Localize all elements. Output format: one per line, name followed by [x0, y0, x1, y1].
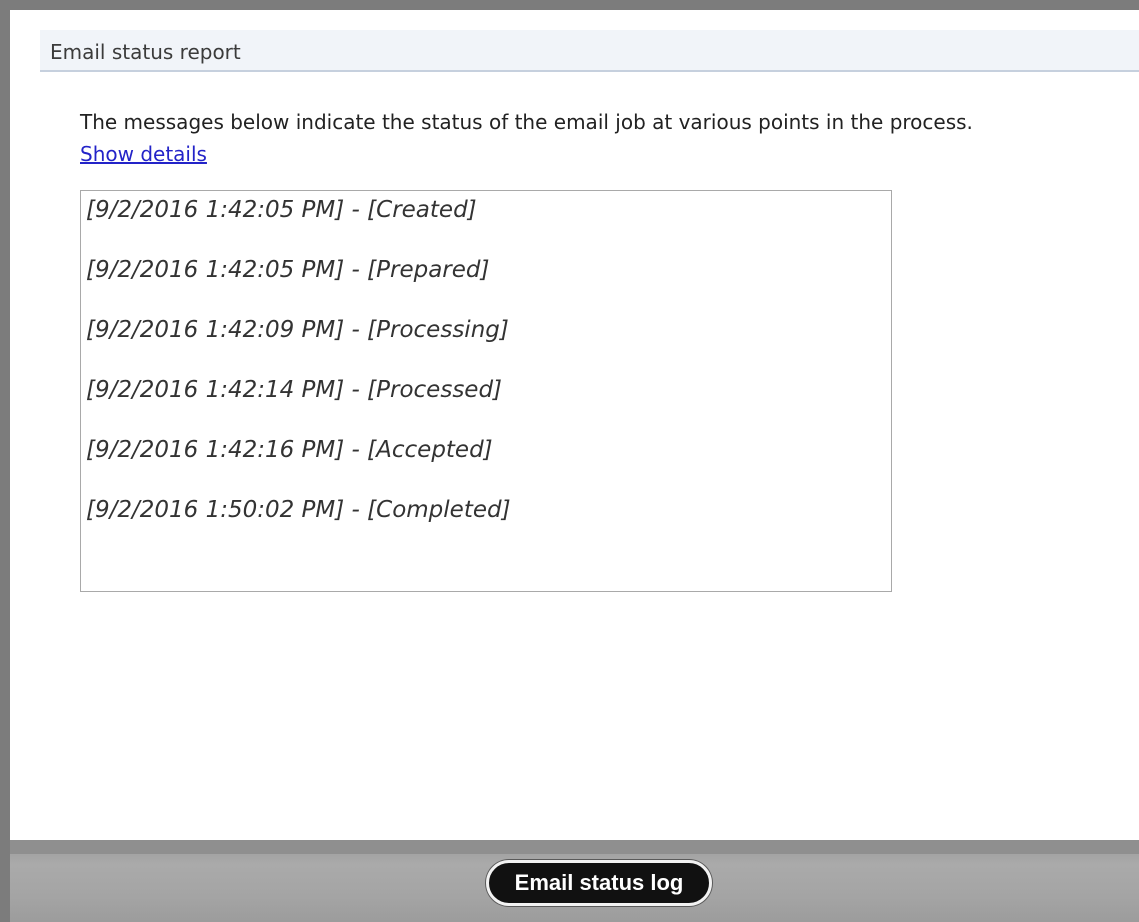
log-entry: [9/2/2016 1:42:16 PM] - [Accepted] — [86, 437, 493, 463]
log-entry: [9/2/2016 1:42:14 PM] - [Processed] — [86, 377, 503, 403]
email-status-log-button[interactable]: Email status log — [486, 860, 712, 906]
log-entry: [9/2/2016 1:42:05 PM] - [Created] — [86, 197, 477, 223]
bottom-bar-shade — [10, 840, 1139, 854]
intro-text: The messages below indicate the status o… — [80, 110, 973, 134]
bottom-bar: Email status log — [10, 840, 1139, 922]
panel-title: Email status report — [50, 40, 241, 64]
panel-header: Email status report — [40, 30, 1139, 72]
report-window: Email status report The messages below i… — [0, 0, 1139, 922]
show-details-link[interactable]: Show details — [80, 143, 207, 165]
status-log-box: [9/2/2016 1:42:05 PM] - [Created] [9/2/2… — [80, 190, 892, 592]
log-entry: [9/2/2016 1:42:05 PM] - [Prepared] — [86, 257, 490, 283]
log-entry: [9/2/2016 1:42:09 PM] - [Processing] — [86, 317, 509, 343]
log-entry: [9/2/2016 1:50:02 PM] - [Completed] — [86, 497, 511, 523]
